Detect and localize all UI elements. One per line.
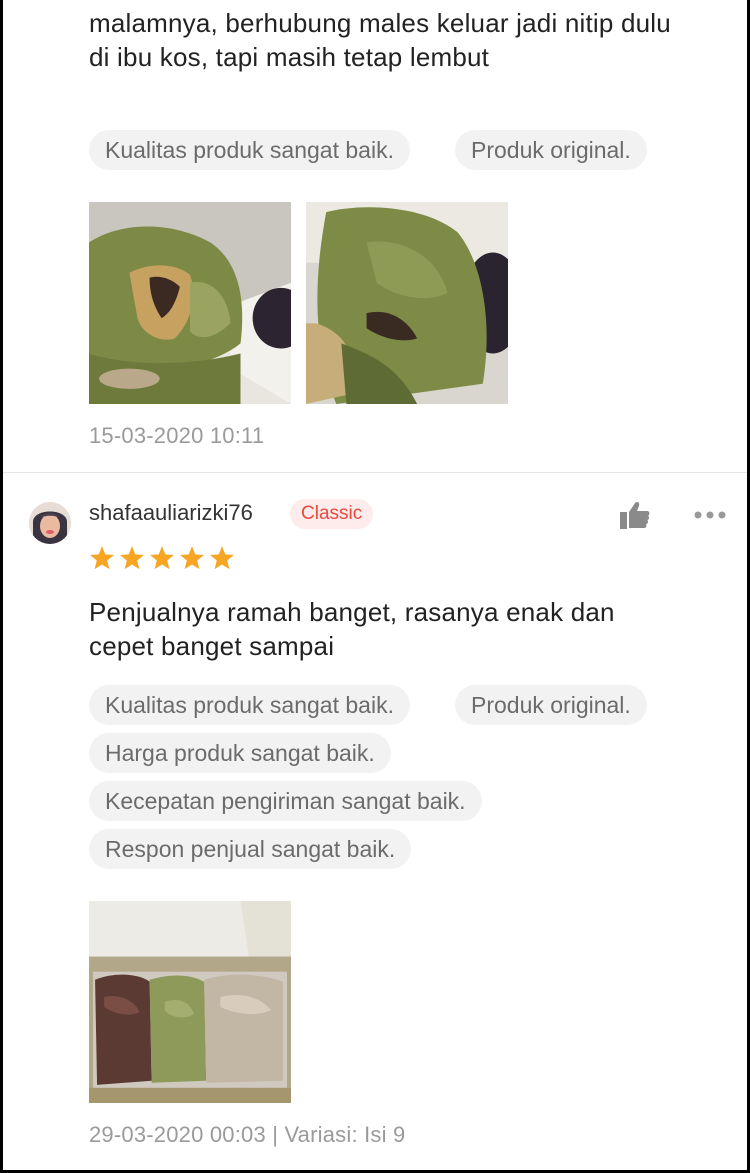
member-badge: Classic — [290, 499, 374, 529]
more-dots-icon[interactable] — [693, 508, 727, 520]
tag-original: Produk original. — [455, 685, 647, 725]
review-timestamp: 15-03-2020 10:11 — [89, 423, 265, 448]
review-photo[interactable] — [306, 202, 508, 404]
reviewer-username[interactable]: shafaauliarizki76 — [89, 500, 253, 526]
review-photo[interactable] — [89, 202, 291, 404]
star-icon — [90, 546, 114, 570]
review-text-line: cepet banget sampai — [89, 631, 335, 661]
tag-quality: Kualitas produk sangat baik. — [89, 130, 410, 170]
review-divider — [3, 472, 747, 473]
review-text-line: Penjualnya ramah banget, rasanya enak da… — [89, 597, 615, 627]
tag-shipping-speed: Kecepatan pengiriman sangat baik. — [89, 781, 482, 821]
review-text-line: malamnya, berhubung males keluar jadi ni… — [89, 8, 671, 38]
review-photo[interactable] — [89, 901, 291, 1103]
review-text-line: di ibu kos, tapi masih tetap lembut — [89, 42, 490, 72]
tag-original: Produk original. — [455, 130, 647, 170]
review-text: Penjualnya ramah banget, rasanya enak da… — [89, 595, 615, 663]
star-icon — [120, 546, 144, 570]
review-list: malamnya, berhubung males keluar jadi ni… — [3, 0, 747, 1170]
tag-quality: Kualitas produk sangat baik. — [89, 685, 410, 725]
tag-price: Harga produk sangat baik. — [89, 733, 391, 773]
tag-seller-response: Respon penjual sangat baik. — [89, 829, 412, 869]
star-icon — [150, 546, 174, 570]
review-footer: 29-03-2020 00:03 | Variasi: Isi 9 — [89, 1122, 406, 1147]
star-icon — [210, 546, 234, 570]
star-icon — [180, 546, 204, 570]
thumbs-up-icon[interactable] — [619, 500, 651, 530]
review-text: malamnya, berhubung males keluar jadi ni… — [89, 6, 671, 74]
avatar[interactable] — [29, 502, 71, 544]
